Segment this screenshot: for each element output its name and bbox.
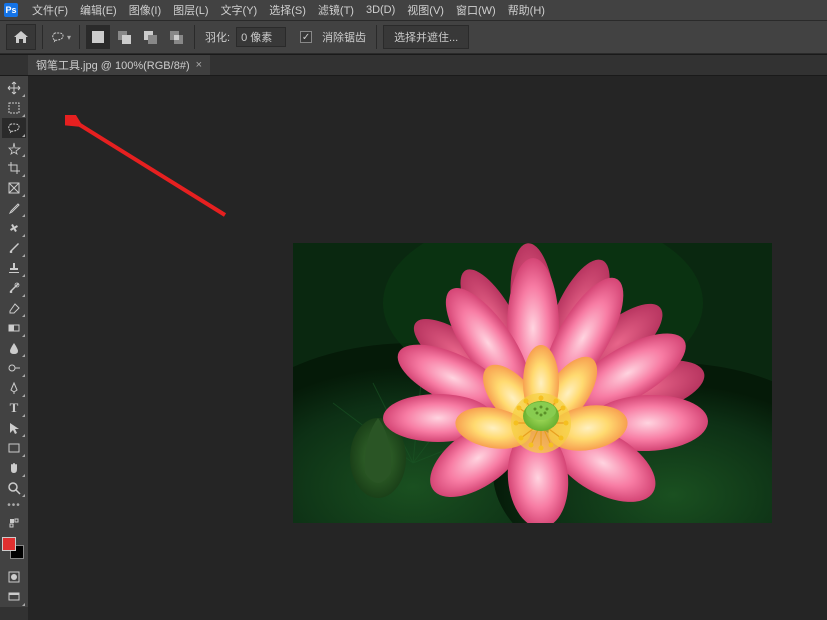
current-tool-icon[interactable]: ▾ <box>49 25 73 49</box>
feather-label: 羽化: <box>205 29 230 45</box>
document-image <box>293 243 772 523</box>
menu-filter[interactable]: 滤镜(T) <box>312 0 360 20</box>
tab-close-button[interactable]: × <box>196 59 202 71</box>
antialias-checkbox[interactable] <box>300 31 312 43</box>
menu-view[interactable]: 视图(V) <box>401 0 450 20</box>
heal-tool[interactable] <box>2 218 26 238</box>
menu-select[interactable]: 选择(S) <box>263 0 312 20</box>
selection-intersect[interactable] <box>164 25 188 49</box>
tab-title: 钢笔工具.jpg @ 100%(RGB/8#) <box>36 57 190 73</box>
menu-help[interactable]: 帮助(H) <box>502 0 551 20</box>
feather-input[interactable] <box>236 27 286 47</box>
marquee-tool[interactable] <box>2 98 26 118</box>
menu-edit[interactable]: 编辑(E) <box>74 0 123 20</box>
select-mask-button[interactable]: 选择并遮住... <box>383 25 469 49</box>
separator <box>376 25 377 49</box>
quick-mask[interactable] <box>2 567 26 587</box>
lasso-icon <box>51 31 67 43</box>
pen-tool[interactable] <box>2 378 26 398</box>
menu-image[interactable]: 图像(I) <box>123 0 167 20</box>
crop-tool[interactable] <box>2 158 26 178</box>
menu-type[interactable]: 文字(Y) <box>215 0 264 20</box>
menu-file[interactable]: 文件(F) <box>26 0 74 20</box>
dodge-tool[interactable] <box>2 358 26 378</box>
canvas-area[interactable] <box>28 76 827 620</box>
menu-3d[interactable]: 3D(D) <box>360 2 401 18</box>
eyedropper-tool[interactable] <box>2 198 26 218</box>
blur-tool[interactable] <box>2 338 26 358</box>
brush-tool[interactable] <box>2 238 26 258</box>
lasso-tool[interactable] <box>2 118 26 138</box>
color-swatches[interactable] <box>2 537 26 561</box>
tool-bar: T ••• <box>0 76 28 607</box>
menu-bar: Ps 文件(F) 编辑(E) 图像(I) 图层(L) 文字(Y) 选择(S) 滤… <box>0 0 827 20</box>
separator <box>194 25 195 49</box>
menu-window[interactable]: 窗口(W) <box>450 0 502 20</box>
path-select-tool[interactable] <box>2 418 26 438</box>
document-tabs: 钢笔工具.jpg @ 100%(RGB/8#) × <box>0 54 827 76</box>
edit-toolbar[interactable] <box>2 513 26 533</box>
frame-tool[interactable] <box>2 178 26 198</box>
screen-mode[interactable] <box>2 587 26 607</box>
type-tool[interactable]: T <box>2 398 26 418</box>
stamp-tool[interactable] <box>2 258 26 278</box>
zoom-tool[interactable] <box>2 478 26 498</box>
hand-tool[interactable] <box>2 458 26 478</box>
history-brush-tool[interactable] <box>2 278 26 298</box>
fg-color[interactable] <box>2 537 16 551</box>
home-icon <box>13 30 29 44</box>
app-logo: Ps <box>4 3 18 17</box>
home-button[interactable] <box>6 24 36 50</box>
selection-add[interactable] <box>112 25 136 49</box>
shape-tool[interactable] <box>2 438 26 458</box>
antialias-label: 消除锯齿 <box>322 29 366 45</box>
document-tab[interactable]: 钢笔工具.jpg @ 100%(RGB/8#) × <box>28 55 210 75</box>
separator <box>79 25 80 49</box>
quick-select-tool[interactable] <box>2 138 26 158</box>
gradient-tool[interactable] <box>2 318 26 338</box>
separator <box>42 25 43 49</box>
eraser-tool[interactable] <box>2 298 26 318</box>
options-bar: ▾ 羽化: 消除锯齿 选择并遮住... <box>0 20 827 54</box>
selection-new[interactable] <box>86 25 110 49</box>
menu-layer[interactable]: 图层(L) <box>167 0 214 20</box>
selection-subtract[interactable] <box>138 25 162 49</box>
more-tools[interactable]: ••• <box>7 500 21 511</box>
move-tool[interactable] <box>2 78 26 98</box>
